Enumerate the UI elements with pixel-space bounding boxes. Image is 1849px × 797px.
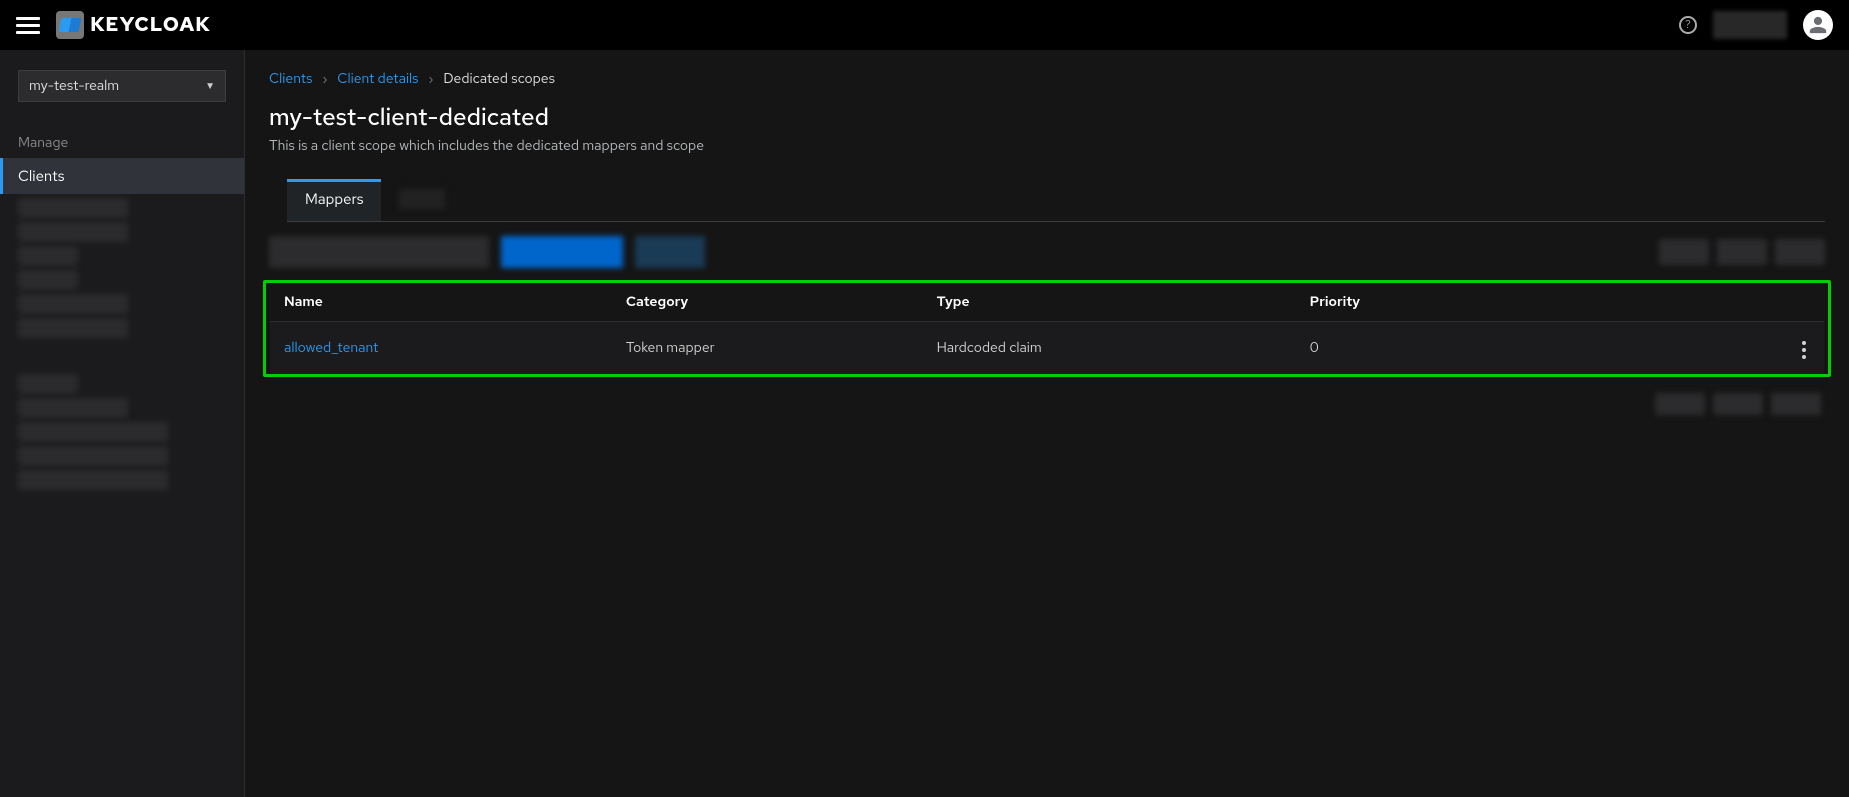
- sidebar-item-label: Clients: [18, 166, 65, 186]
- pagination-redacted: [269, 377, 1825, 431]
- realm-selected: my-test-realm: [29, 77, 119, 95]
- mappers-table-highlight: Name Category Type Priority allowed_tena…: [263, 280, 1831, 377]
- breadcrumb-clients[interactable]: Clients: [269, 70, 312, 88]
- tabs: Mappers: [287, 179, 1825, 222]
- col-header-name[interactable]: Name: [270, 283, 612, 322]
- sidebar-item-redacted[interactable]: [18, 198, 128, 218]
- sidebar-item-redacted[interactable]: [18, 246, 78, 266]
- toolbar-right-redacted[interactable]: [1659, 239, 1709, 265]
- main: Clients › Client details › Dedicated sco…: [245, 50, 1849, 797]
- top-bar: KEYCLOAK ?: [0, 0, 1849, 50]
- sidebar-item-redacted[interactable]: [18, 470, 168, 490]
- user-icon: [1808, 15, 1828, 35]
- page-title: my-test-client-dedicated: [269, 102, 1825, 133]
- logo[interactable]: KEYCLOAK: [56, 11, 211, 39]
- pagination-control-redacted[interactable]: [1713, 393, 1763, 415]
- avatar[interactable]: [1803, 10, 1833, 40]
- breadcrumb: Clients › Client details › Dedicated sco…: [269, 70, 1825, 88]
- sidebar-item-redacted[interactable]: [18, 446, 168, 466]
- kebab-menu-icon[interactable]: [1798, 337, 1810, 363]
- sidebar-item-redacted[interactable]: [18, 270, 78, 290]
- breadcrumb-client-details[interactable]: Client details: [337, 70, 418, 88]
- sidebar-item-redacted[interactable]: [18, 222, 128, 242]
- col-header-priority[interactable]: Priority: [1296, 283, 1731, 322]
- tab-label: Mappers: [305, 189, 363, 209]
- tab-redacted[interactable]: [381, 179, 463, 221]
- sidebar: my-test-realm ▼ Manage Clients: [0, 50, 245, 797]
- mapper-name-link[interactable]: allowed_tenant: [284, 339, 378, 357]
- col-header-category[interactable]: Category: [612, 283, 923, 322]
- table-row: allowed_tenant Token mapper Hardcoded cl…: [270, 322, 1824, 374]
- page-description: This is a client scope which includes th…: [269, 137, 1825, 155]
- pagination-control-redacted[interactable]: [1655, 393, 1705, 415]
- col-header-type[interactable]: Type: [923, 283, 1296, 322]
- toolbar-right-redacted[interactable]: [1775, 239, 1825, 265]
- help-icon[interactable]: ?: [1679, 16, 1697, 34]
- redacted-top-chip: [1713, 11, 1787, 39]
- toolbar-right-redacted[interactable]: [1717, 239, 1767, 265]
- sidebar-item-redacted[interactable]: [18, 422, 168, 442]
- sidebar-item-redacted[interactable]: [18, 318, 128, 338]
- breadcrumb-current: Dedicated scopes: [443, 70, 555, 88]
- mappers-table: Name Category Type Priority allowed_tena…: [270, 283, 1824, 374]
- chevron-right-icon: ›: [429, 71, 434, 87]
- sidebar-section-redacted: [18, 374, 78, 394]
- sidebar-section-manage: Manage: [0, 126, 244, 158]
- hamburger-icon[interactable]: [16, 13, 40, 37]
- sidebar-item-redacted[interactable]: [18, 398, 128, 418]
- brand-text: KEYCLOAK: [90, 12, 211, 38]
- toolbar-link-redacted[interactable]: [635, 236, 705, 268]
- mapper-type: Hardcoded claim: [923, 322, 1296, 374]
- toolbar-control-redacted[interactable]: [269, 236, 489, 268]
- mapper-category: Token mapper: [612, 322, 923, 374]
- pagination-control-redacted[interactable]: [1771, 393, 1821, 415]
- toolbar-primary-button-redacted[interactable]: [501, 236, 623, 268]
- logo-badge-icon: [56, 11, 84, 39]
- caret-down-icon: ▼: [205, 80, 215, 93]
- chevron-right-icon: ›: [322, 71, 327, 87]
- realm-selector[interactable]: my-test-realm ▼: [18, 70, 226, 102]
- sidebar-item-redacted[interactable]: [18, 294, 128, 314]
- sidebar-item-clients[interactable]: Clients: [0, 158, 244, 194]
- table-toolbar: [269, 222, 1825, 282]
- tab-mappers[interactable]: Mappers: [287, 179, 381, 221]
- mapper-priority: 0: [1296, 322, 1731, 374]
